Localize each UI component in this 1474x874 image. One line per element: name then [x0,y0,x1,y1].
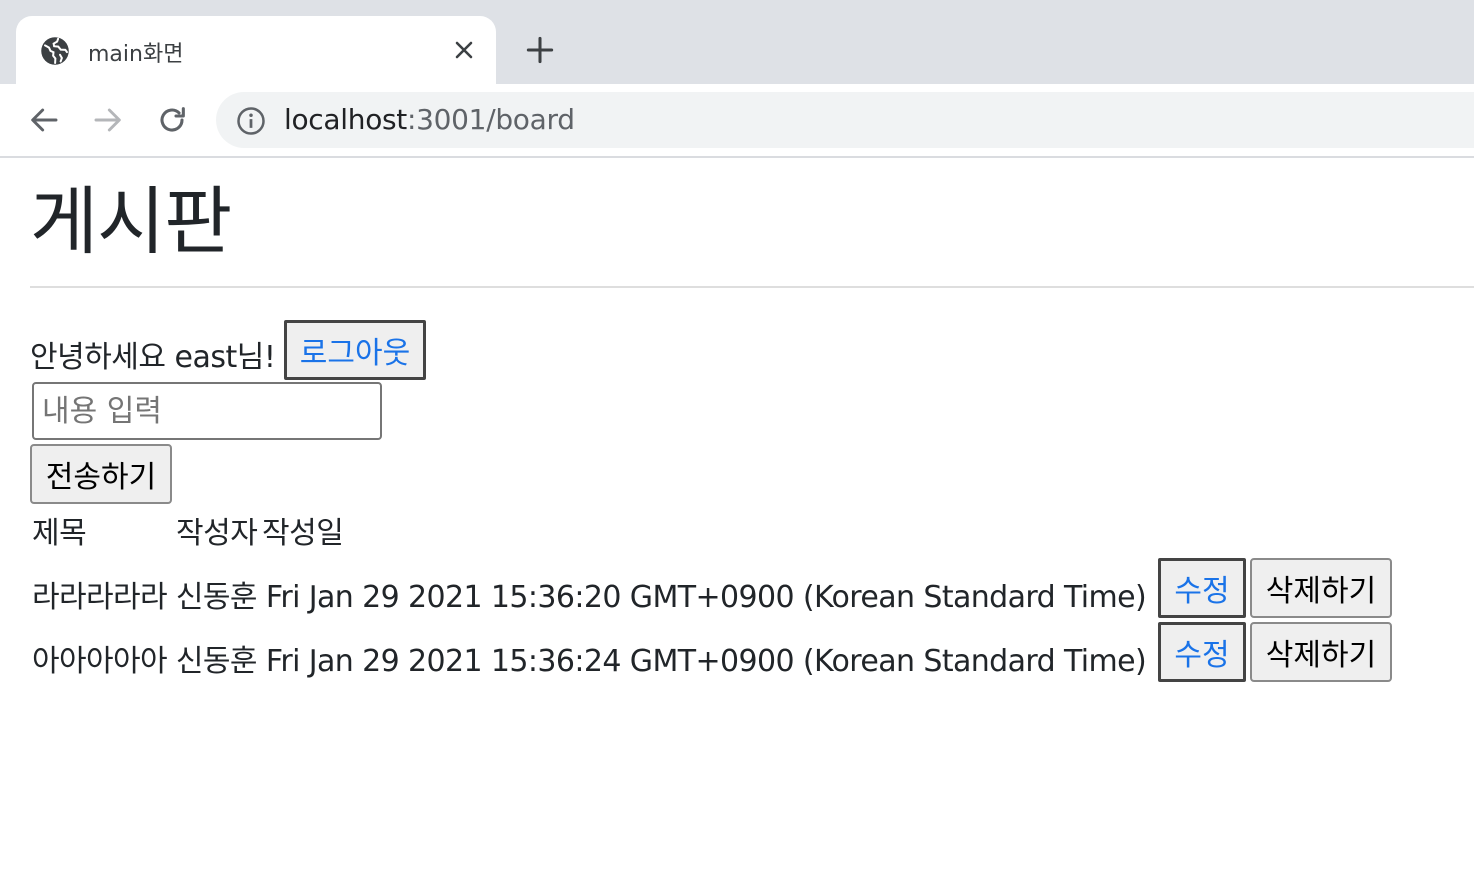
edit-button[interactable]: 수정 [1158,622,1246,682]
greeting-text: 안녕하세요 east님! [30,340,276,375]
edit-button[interactable]: 수정 [1158,558,1246,618]
arrow-left-icon[interactable] [28,104,60,136]
tab-strip: main화면 [0,0,1474,84]
tab-title: main화면 [88,42,184,67]
plus-icon[interactable] [526,36,554,64]
url-text: localhost:3001/board [284,103,575,136]
submit-button[interactable]: 전송하기 [30,444,172,504]
header-title: 제목 [32,516,87,551]
content-input[interactable] [32,382,382,440]
info-icon[interactable] [236,106,266,136]
post-text: 아아아아아 신동훈 Fri Jan 29 2021 15:36:24 GMT+0… [32,644,1147,679]
browser-toolbar: localhost:3001/board [0,84,1474,158]
logout-button[interactable]: 로그아웃 [284,320,426,380]
post-text: 라라라라라 신동훈 Fri Jan 29 2021 15:36:20 GMT+0… [32,580,1147,615]
globe-icon [41,37,69,65]
delete-button[interactable]: 삭제하기 [1250,558,1392,618]
post-row: 라라라라라 신동훈 Fri Jan 29 2021 15:36:20 GMT+0… [32,558,1432,618]
reload-icon[interactable] [156,104,188,136]
header-date: 작성일 [262,516,344,551]
url-path: :3001/board [407,103,575,136]
url-host: localhost [284,103,407,136]
divider [30,286,1474,288]
close-icon[interactable] [452,38,476,62]
address-bar[interactable]: localhost:3001/board [216,92,1474,148]
delete-button[interactable]: 삭제하기 [1250,622,1392,682]
page-title: 게시판 [30,179,232,265]
header-author: 작성자 [176,516,258,551]
browser-tab[interactable]: main화면 [16,16,496,84]
page-content: 게시판 안녕하세요 east님! 로그아웃 전송하기 제목 작성자 작성일 라라… [0,158,1474,874]
arrow-right-icon[interactable] [92,104,124,136]
post-row: 아아아아아 신동훈 Fri Jan 29 2021 15:36:24 GMT+0… [32,622,1432,682]
